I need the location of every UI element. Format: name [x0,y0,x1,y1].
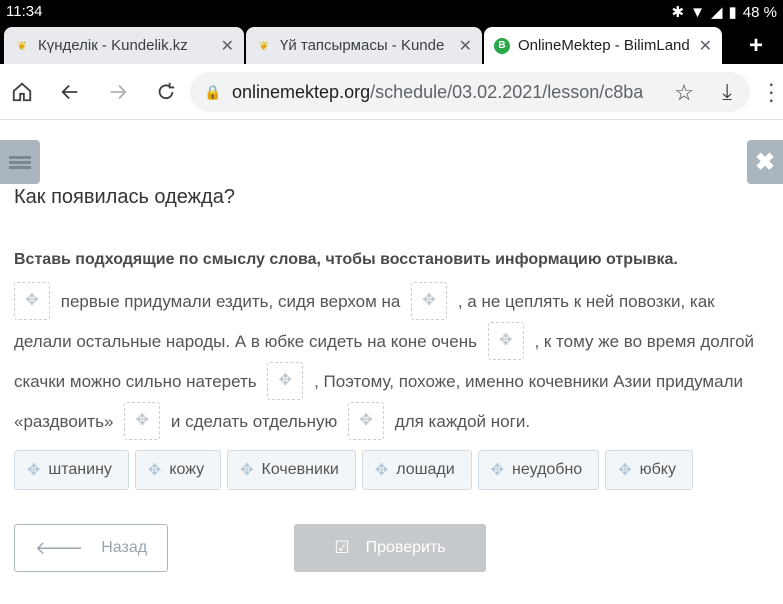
drop-slot-3[interactable]: ✥ [487,321,524,360]
menu-kebab-icon[interactable]: · · · [768,73,775,111]
close-tab-icon[interactable]: ✕ [221,36,234,56]
kundelik-icon: ❦ [16,38,28,53]
move-icon: ✥ [374,462,389,479]
bilimland-icon: B [494,37,510,54]
url-path: /schedule/03.02.2021/lesson/c8ba [370,81,644,102]
status-icons: ✱ ▼ ◢ ▮ 48 % [671,3,777,22]
tab-title: Күнделік - Kundelik.kz [38,37,188,54]
back-button-label: Назад [101,539,148,556]
url-host: onlinemektep.org [232,81,371,102]
close-tab-icon[interactable]: ✕ [459,36,472,56]
back-button[interactable]: 🡐 Назад [14,524,168,572]
close-icon: ✖ [754,148,776,176]
drop-slot-6[interactable]: ✥ [348,401,385,440]
forward-icon[interactable] [104,78,132,106]
battery-percent: 48 % [742,3,777,21]
move-icon: ✥ [240,462,254,479]
drop-slot-1[interactable]: ✥ [14,281,50,320]
download-icon[interactable]: ⤓ [722,79,732,105]
tab-kundelik[interactable]: ❦ Күнделік - Kundelik.kz ✕ [4,27,244,64]
tab-title: OnlineMektep - BilimLand [518,37,690,54]
fill-in-paragraph: ✥ первые придумали ездить, сидя верхом н… [14,281,774,442]
bluetooth-icon: ✱ [671,4,685,21]
text-segment: первые придумали ездить, сидя верхом на [60,292,401,311]
close-tab-icon[interactable]: ✕ [699,36,712,56]
battery-icon: ▮ [728,4,737,21]
text-segment: для каждой ноги. [394,412,531,431]
word-chip-label: кожу [169,461,205,478]
new-tab-button[interactable]: + [749,32,763,60]
home-icon[interactable] [8,78,36,106]
tab-strip: ❦ Күнделік - Kundelik.kz ✕ ❦ Үй тапсырма… [0,24,783,64]
tab-title: Үй тапсырмасы - Kunde [280,37,445,54]
check-button-label: Проверить [365,539,446,556]
word-bank: ✥ штанину ✥ кожу ✥ Кочевники ✥ лошади ✥ неудо… [14,450,693,490]
drop-slot-4[interactable]: ✥ [267,361,304,400]
status-time: 11:34 [6,3,43,20]
close-panel-button[interactable]: ✖ [747,140,783,184]
word-chip-label: юбку [639,461,676,478]
text-segment: и сделать отдельную [170,412,338,431]
drop-slot-5[interactable]: ✥ [124,401,161,440]
check-button[interactable]: ☑ Проверить [294,524,486,572]
tab-homework[interactable]: ❦ Үй тапсырмасы - Kunde ✕ [246,27,482,64]
kundelik-icon: ❦ [258,38,270,53]
page-content: ✖ Как появилась одежда? Вставь подходящи… [0,120,783,604]
browser-toolbar: 🔒 onlinemektep.org/schedule/03.02.2021/l… [0,64,783,120]
checkbox-icon: ☑ [334,538,350,557]
lesson-title: Как появилась одежда? [14,186,235,208]
back-icon[interactable] [56,78,84,106]
status-bar: 11:34 ✱ ▼ ◢ ▮ 48 % [0,0,783,24]
drop-slot-2[interactable]: ✥ [411,281,448,320]
word-chip[interactable]: ✥ штанину [14,450,129,490]
move-icon: ✥ [147,462,162,479]
lock-icon: 🔒 [204,83,222,100]
signal-icon: ◢ [710,4,723,21]
word-chip-label: лошади [396,461,455,478]
word-chip[interactable]: ✥ лошади [361,450,472,490]
hamburger-icon [9,154,31,171]
wifi-icon: ▼ [690,3,705,21]
arrow-left-icon: 🡐 [34,537,84,558]
word-chip-label: Кочевники [261,461,339,478]
address-bar[interactable]: 🔒 onlinemektep.org/schedule/03.02.2021/l… [190,72,750,112]
move-icon: ✥ [490,462,505,479]
menu-toggle-button[interactable] [0,140,40,184]
word-chip-label: неудобно [512,461,583,478]
reload-icon[interactable] [152,78,180,106]
move-icon: ✥ [27,462,41,479]
word-chip-label: штанину [48,461,112,478]
task-instruction: Вставь подходящие по смыслу слова, чтобы… [14,251,678,268]
bookmark-star-icon[interactable]: ☆ [674,80,694,106]
move-icon: ✥ [618,462,632,479]
word-chip[interactable]: ✥ неудобно [477,450,600,490]
word-chip[interactable]: ✥ юбку [605,450,693,490]
word-chip[interactable]: ✥ кожу [134,450,222,490]
word-chip[interactable]: ✥ Кочевники [227,450,356,490]
tab-onlinemektep[interactable]: B OnlineMektep - BilimLand ✕ [484,27,722,64]
